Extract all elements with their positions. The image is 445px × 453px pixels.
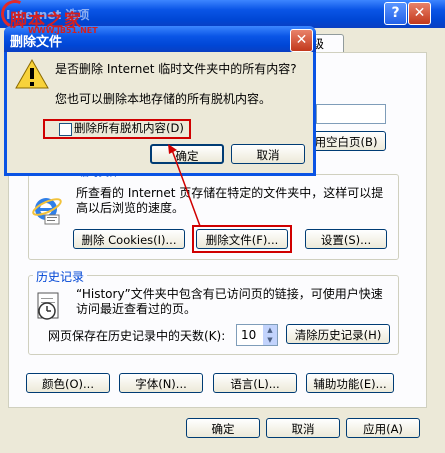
watermark-url: WWW.JB51.NET [28, 26, 98, 35]
annotation-arrow [168, 144, 201, 227]
